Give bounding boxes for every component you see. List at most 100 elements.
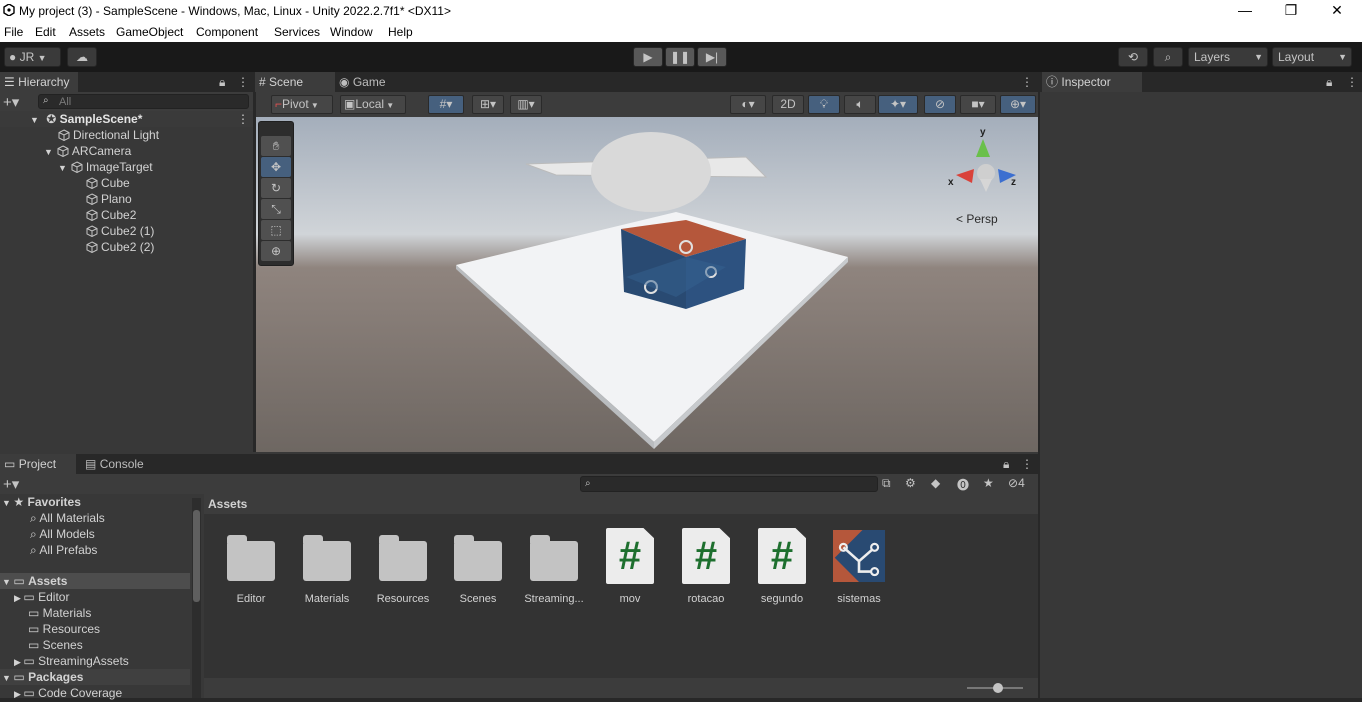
expand-arrow-icon: ▼ xyxy=(58,163,67,173)
hierarchy-item[interactable]: Cube2 (2) xyxy=(86,239,154,255)
step-button[interactable]: ▶| xyxy=(697,47,727,67)
favorites-header[interactable]: ▼ ★ Favorites xyxy=(2,494,81,510)
assets-tree-item[interactable]: ▶ ▭ Editor xyxy=(14,589,69,605)
move-tool[interactable]: ✥ xyxy=(261,157,291,177)
project-search-input[interactable]: ⌕ xyxy=(580,476,878,492)
scene-visibility-toggle[interactable]: ⊘ xyxy=(924,95,956,114)
tab-hierarchy[interactable]: ☰ Hierarchy xyxy=(0,72,78,92)
kebab-menu-icon[interactable]: ⋮ xyxy=(1021,75,1033,89)
hierarchy-item[interactable]: Cube2 (1) xyxy=(86,223,154,239)
tab-game[interactable]: ◉ Game xyxy=(339,72,409,92)
undo-history-button[interactable]: ⟲ xyxy=(1118,47,1148,67)
audio-toggle[interactable]: 🔈︎ xyxy=(844,95,876,114)
menu-component[interactable]: Component xyxy=(196,25,258,39)
scene-viewport[interactable]: x y z < Persp xyxy=(256,117,1038,452)
scene-root-row[interactable]: ▼ ✪ SampleScene* ⋮ xyxy=(0,111,253,127)
menu-assets[interactable]: Assets xyxy=(69,25,105,39)
toggle-2d-button[interactable]: 2D xyxy=(772,95,804,114)
pivot-dropdown[interactable]: ⌐Pivot ▼ xyxy=(271,95,333,114)
assets-tree-item[interactable]: ▭ Resources xyxy=(28,621,100,637)
menu-edit[interactable]: Edit xyxy=(35,25,56,39)
scale-tool[interactable]: ⤡ xyxy=(261,199,291,219)
add-icon[interactable]: +▾ xyxy=(3,93,19,111)
asset-item[interactable]: # segundo xyxy=(748,527,816,605)
maximize-button[interactable]: ❐ xyxy=(1268,0,1314,22)
rect-tool[interactable]: ⬚ xyxy=(261,220,291,240)
tab-inspector[interactable]: ⓘ Inspector xyxy=(1042,72,1142,92)
cloud-button[interactable]: ☁ xyxy=(67,47,97,67)
warning-icon[interactable]: ⓿ xyxy=(957,476,969,493)
hierarchy-item[interactable]: Directional Light xyxy=(58,127,159,143)
assets-tree-item[interactable]: ▭ Materials xyxy=(28,605,91,621)
layers-dropdown[interactable]: Layers ▼ xyxy=(1188,47,1268,67)
favorite-item[interactable]: ⌕ All Models xyxy=(30,526,95,542)
hierarchy-item[interactable]: ▼ ImageTarget xyxy=(58,159,153,175)
favorite-item[interactable]: ⌕ All Prefabs xyxy=(30,542,97,558)
hierarchy-search-input[interactable]: ⌕ All xyxy=(38,94,249,109)
snap-toggle[interactable]: #▾ xyxy=(428,95,464,114)
kebab-menu-icon[interactable]: ⋮ xyxy=(237,75,249,89)
hand-tool[interactable]: ✋︎ xyxy=(261,136,291,156)
breadcrumb[interactable]: Assets xyxy=(208,497,247,511)
lock-icon[interactable]: 🔒︎ xyxy=(1003,457,1009,472)
lock-icon[interactable]: 🔒︎ xyxy=(219,75,225,90)
hierarchy-item[interactable]: Cube xyxy=(86,175,130,191)
hierarchy-item[interactable]: ▼ ARCamera xyxy=(44,143,131,159)
gizmos-dropdown[interactable]: ⊕▾ xyxy=(1000,95,1036,114)
asset-item[interactable]: # rotacao xyxy=(672,527,740,605)
menu-window[interactable]: Window xyxy=(330,25,373,39)
lock-icon[interactable]: 🔒︎ xyxy=(1326,75,1332,90)
camera-dropdown[interactable]: ■▾ xyxy=(960,95,996,114)
grid-snap-dropdown[interactable]: ⊞▾ xyxy=(472,95,504,114)
close-button[interactable]: ✕ xyxy=(1314,0,1360,22)
pause-button[interactable]: ❚❚ xyxy=(665,47,695,67)
projection-label[interactable]: < Persp xyxy=(956,212,998,226)
minimize-button[interactable]: — xyxy=(1222,0,1268,22)
tab-project[interactable]: ▭ Project xyxy=(0,454,76,474)
menu-services[interactable]: Services xyxy=(274,25,320,39)
draw-mode-dropdown[interactable]: ◐▾ xyxy=(730,95,766,114)
account-dropdown[interactable]: ● JR ▼ xyxy=(4,47,61,67)
local-dropdown[interactable]: ▣Local ▼ xyxy=(340,95,406,114)
packages-header[interactable]: ▼ ▭ Packages xyxy=(0,669,190,685)
rotate-tool[interactable]: ↻ xyxy=(261,178,291,198)
menu-gameobject[interactable]: GameObject xyxy=(116,25,183,39)
assets-tree-item[interactable]: ▶ ▭ StreamingAssets xyxy=(14,653,129,669)
play-button[interactable]: ▶ xyxy=(633,47,663,67)
effects-dropdown[interactable]: ✦▾ xyxy=(878,95,918,114)
asset-item[interactable]: Scenes xyxy=(444,527,512,605)
asset-item[interactable]: sistemas xyxy=(825,527,893,605)
asset-item[interactable]: Editor xyxy=(217,527,285,605)
kebab-menu-icon[interactable]: ⋮ xyxy=(1021,457,1033,471)
assets-tree-item[interactable]: ▭ Scenes xyxy=(28,637,83,653)
tree-scrollbar[interactable] xyxy=(192,498,201,698)
search-button[interactable]: ⌕ xyxy=(1153,47,1183,67)
packages-item[interactable]: ▶ ▭ Code Coverage xyxy=(14,685,122,701)
asset-item[interactable]: # mov xyxy=(596,527,664,605)
zoom-slider-thumb[interactable] xyxy=(993,683,1003,693)
hierarchy-item[interactable]: Plano xyxy=(86,191,132,207)
search-by-type-icon[interactable]: ⧉ xyxy=(882,476,891,491)
asset-item[interactable]: Resources xyxy=(369,527,437,605)
menu-help[interactable]: Help xyxy=(388,25,413,39)
menu-file[interactable]: File xyxy=(4,25,23,39)
favorite-item[interactable]: ⌕ All Materials xyxy=(30,510,105,526)
favorite-star-icon[interactable]: ★ xyxy=(983,476,994,490)
filter-type-icon[interactable]: ⚙ xyxy=(905,476,916,490)
kebab-menu-icon[interactable]: ⋮ xyxy=(1346,75,1358,89)
tab-scene[interactable]: # Scene xyxy=(255,72,335,92)
label-tag-icon[interactable]: ◆ xyxy=(931,476,940,490)
kebab-menu-icon[interactable]: ⋮ xyxy=(237,111,249,127)
add-icon[interactable]: +▾ xyxy=(3,475,19,493)
assets-tree-header[interactable]: ▼ ▭ Assets xyxy=(0,573,190,589)
tab-console[interactable]: ▤ Console xyxy=(85,454,165,474)
hidden-packages-toggle[interactable]: ⊘4 xyxy=(1008,476,1025,490)
transform-tool[interactable]: ⊕ xyxy=(261,241,291,261)
asset-item[interactable]: Streaming... xyxy=(520,527,588,605)
lighting-toggle[interactable]: 💡︎ xyxy=(808,95,840,114)
tree-scrollbar-thumb[interactable] xyxy=(193,510,200,602)
asset-item[interactable]: Materials xyxy=(293,527,361,605)
hierarchy-item[interactable]: Cube2 xyxy=(86,207,136,223)
layout-dropdown[interactable]: Layout ▼ xyxy=(1272,47,1352,67)
increment-snap-dropdown[interactable]: ▥▾ xyxy=(510,95,542,114)
